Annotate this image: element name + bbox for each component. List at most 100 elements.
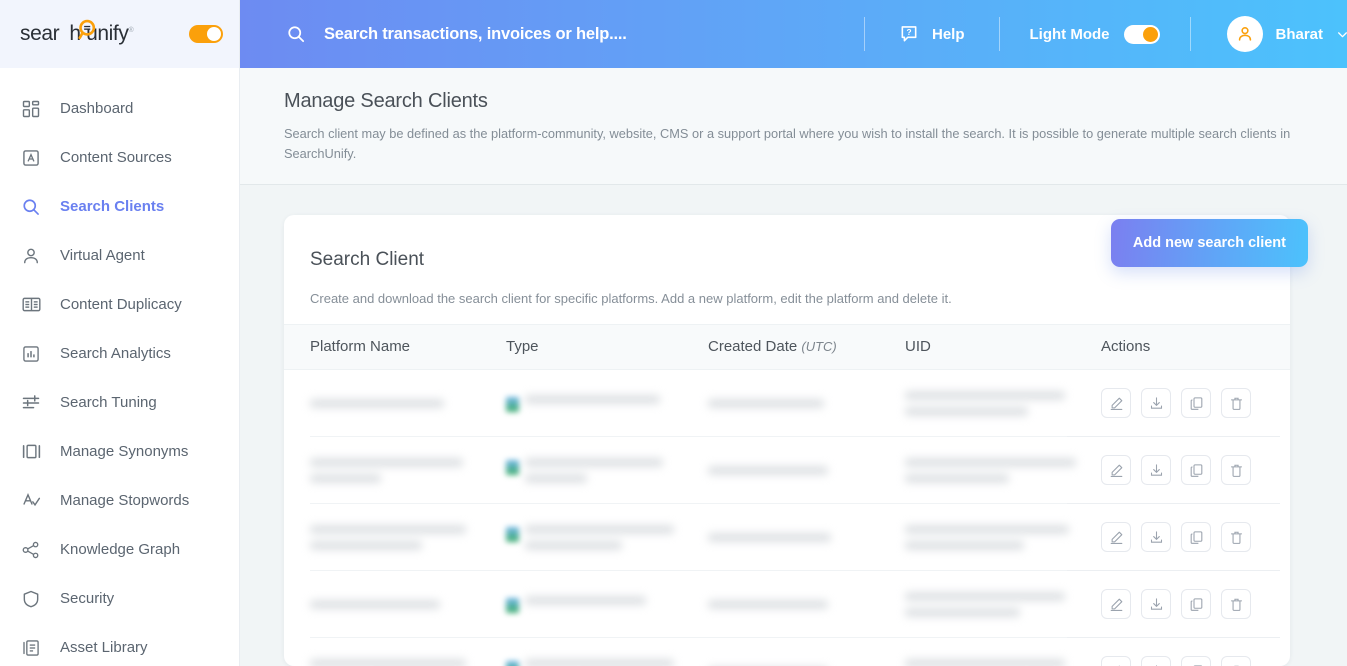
sidebar-item-manage-synonyms[interactable]: Manage Synonyms [0, 427, 239, 476]
cell-uid [905, 504, 1101, 571]
download-button[interactable] [1141, 388, 1171, 419]
sidebar-item-asset-library[interactable]: Asset Library [0, 623, 239, 666]
sidebar-item-knowledge-graph[interactable]: Knowledge Graph [0, 525, 239, 574]
sidebar-nav: Dashboard Content Sources Search Clients… [0, 68, 239, 666]
delete-button[interactable] [1221, 455, 1251, 486]
sidebar-item-content-duplicacy[interactable]: Content Duplicacy [0, 280, 239, 329]
redacted-value [310, 658, 496, 666]
row-actions [1101, 656, 1251, 666]
sidebar-item-manage-stopwords[interactable]: Manage Stopwords [0, 476, 239, 525]
sidebar-item-virtual-agent[interactable]: Virtual Agent [0, 231, 239, 280]
edit-button[interactable] [1101, 656, 1131, 666]
row-actions [1101, 522, 1251, 553]
copy-icon [1190, 531, 1202, 544]
cell-uid [905, 370, 1101, 437]
cell-uid [905, 638, 1101, 666]
copy-button[interactable] [1181, 455, 1211, 486]
search-input[interactable] [324, 24, 864, 44]
copy-button[interactable] [1181, 589, 1211, 620]
cell-created-date [708, 638, 905, 666]
delete-icon [1230, 397, 1242, 410]
row-actions [1101, 388, 1251, 419]
avatar [1226, 16, 1263, 52]
stopwords-icon [20, 490, 42, 512]
edit-icon [1110, 464, 1122, 477]
copy-button[interactable] [1181, 388, 1211, 419]
search-icon [288, 26, 305, 43]
sidebar-item-search-analytics[interactable]: Search Analytics [0, 329, 239, 378]
card-description: Create and download the search client fo… [310, 290, 952, 306]
help-button[interactable]: ? Help [865, 24, 999, 44]
chevron-down-icon [1338, 31, 1347, 37]
redacted-value [905, 457, 1091, 483]
share-nodes-icon [20, 539, 42, 561]
redacted-value [905, 390, 1091, 416]
sidebar-item-label: Search Tuning [60, 394, 157, 411]
delete-button[interactable] [1221, 589, 1251, 620]
content-sources-icon [20, 147, 42, 169]
copy-button[interactable] [1181, 656, 1211, 666]
shield-icon [20, 588, 42, 610]
searchunify-logo[interactable]: search unify® [20, 19, 134, 46]
sidebar-item-content-sources[interactable]: Content Sources [0, 133, 239, 182]
edit-button[interactable] [1101, 388, 1131, 419]
download-button[interactable] [1141, 589, 1171, 620]
cell-type [506, 370, 708, 437]
column-header-type[interactable]: Type [506, 338, 708, 355]
cell-actions [1101, 370, 1264, 437]
table-row[interactable] [284, 571, 1290, 638]
column-header-uid[interactable]: UID [905, 338, 1101, 355]
main-area: ? Help Light Mode [240, 0, 1347, 666]
delete-button[interactable] [1221, 656, 1251, 666]
edit-button[interactable] [1101, 455, 1131, 486]
light-mode-label: Light Mode [1029, 25, 1110, 43]
column-header-created-date[interactable]: Created Date (UTC) [708, 338, 905, 355]
page-header: Manage Search Clients Search client may … [240, 68, 1347, 185]
delete-button[interactable] [1221, 522, 1251, 553]
sidebar-item-dashboard[interactable]: Dashboard [0, 84, 239, 133]
help-label: Help [932, 25, 965, 43]
magnifier-logo-icon [78, 19, 96, 40]
table-header-row: Platform Name Type Created Date (UTC) UI… [284, 323, 1290, 370]
redacted-value [525, 394, 698, 404]
download-button[interactable] [1141, 522, 1171, 553]
edit-icon [1110, 531, 1122, 544]
top-header-right: ? Help Light Mode Bharat [864, 0, 1347, 68]
cell-actions [1101, 638, 1264, 666]
table-row[interactable] [284, 437, 1290, 504]
platform-logo-icon [506, 459, 519, 475]
cell-actions [1101, 504, 1264, 571]
light-mode-switch[interactable]: Light Mode [1000, 24, 1190, 44]
sidebar-item-search-clients[interactable]: Search Clients [0, 182, 239, 231]
redacted-value [905, 591, 1091, 617]
sidebar-item-security[interactable]: Security [0, 574, 239, 623]
sidebar-collapse-toggle[interactable] [189, 25, 223, 43]
table-row[interactable] [284, 370, 1290, 437]
sidebar-item-label: Dashboard [60, 100, 134, 117]
user-menu[interactable]: Bharat [1191, 16, 1347, 52]
sidebar-item-label: Manage Stopwords [60, 492, 190, 509]
edit-button[interactable] [1101, 522, 1131, 553]
cell-type [506, 638, 708, 666]
user-icon [20, 245, 42, 267]
redacted-value [708, 398, 895, 408]
global-search[interactable] [286, 24, 864, 44]
sidebar-item-search-tuning[interactable]: Search Tuning [0, 378, 239, 427]
content-area: Search Client Add new search client Crea… [240, 185, 1347, 666]
light-mode-toggle[interactable] [1123, 24, 1160, 44]
svg-text:?: ? [906, 27, 911, 37]
column-header-actions: Actions [1101, 338, 1151, 356]
table-row[interactable] [284, 504, 1290, 571]
download-icon [1150, 397, 1162, 409]
delete-button[interactable] [1221, 388, 1251, 419]
edit-button[interactable] [1101, 589, 1131, 620]
edit-icon [1110, 397, 1122, 410]
download-button[interactable] [1141, 455, 1171, 486]
column-header-platform-name[interactable]: Platform Name [310, 338, 506, 355]
redacted-value [708, 532, 895, 542]
copy-button[interactable] [1181, 522, 1211, 553]
download-button[interactable] [1141, 656, 1171, 666]
table-row[interactable] [284, 638, 1290, 666]
row-actions [1101, 455, 1251, 486]
add-new-search-client-button[interactable]: Add new search client [1110, 218, 1308, 267]
